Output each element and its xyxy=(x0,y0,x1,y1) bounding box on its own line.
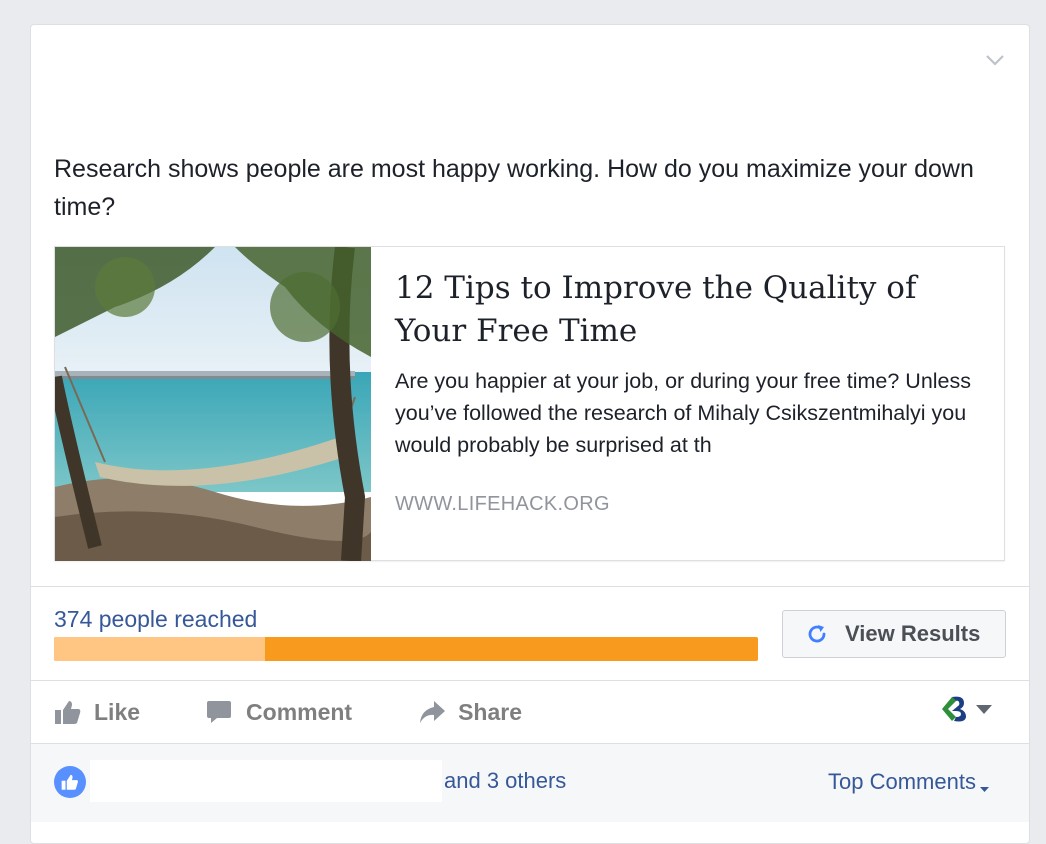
comment-icon xyxy=(206,698,234,726)
page-avatar-icon xyxy=(938,693,970,730)
link-domain: WWW.LIFEHACK.ORG xyxy=(395,493,610,515)
comment-button[interactable]: Comment xyxy=(206,698,352,726)
refresh-icon xyxy=(805,621,831,647)
view-results-button[interactable]: View Results xyxy=(782,610,1006,658)
divider xyxy=(30,586,1030,587)
post-actions: Like Comment Share xyxy=(54,690,588,734)
link-title[interactable]: 12 Tips to Improve the Quality of Your F… xyxy=(395,267,985,353)
link-preview-card[interactable]: 12 Tips to Improve the Quality of Your F… xyxy=(54,246,1005,561)
like-reaction-icon xyxy=(54,766,86,798)
organic-reach-fill xyxy=(54,637,266,661)
share-button[interactable]: Share xyxy=(418,698,522,726)
page-selector[interactable] xyxy=(938,694,1002,728)
caret-down-icon xyxy=(976,702,992,720)
view-results-label: View Results xyxy=(845,621,981,646)
thumbs-up-icon xyxy=(54,698,82,726)
caret-down-icon xyxy=(979,773,989,799)
comment-label: Comment xyxy=(246,698,353,725)
top-comments-dropdown[interactable]: Top Comments xyxy=(828,769,989,799)
people-reached-link[interactable]: 374 people reached xyxy=(54,606,257,633)
link-preview-image[interactable] xyxy=(55,247,371,561)
chevron-down-icon[interactable] xyxy=(984,52,1006,68)
post-message: Research shows people are most happy wor… xyxy=(54,155,974,221)
like-label: Like xyxy=(94,698,141,725)
top-comments-label: Top Comments xyxy=(828,769,976,794)
share-label: Share xyxy=(458,698,523,725)
reach-progress-bar xyxy=(54,637,758,661)
reactions-others-link[interactable]: and 3 others xyxy=(444,768,566,794)
like-button[interactable]: Like xyxy=(54,698,140,726)
share-arrow-icon xyxy=(418,698,446,726)
link-description: Are you happier at your job, or during y… xyxy=(395,369,972,457)
redacted-names xyxy=(90,760,442,802)
divider xyxy=(30,680,1030,681)
